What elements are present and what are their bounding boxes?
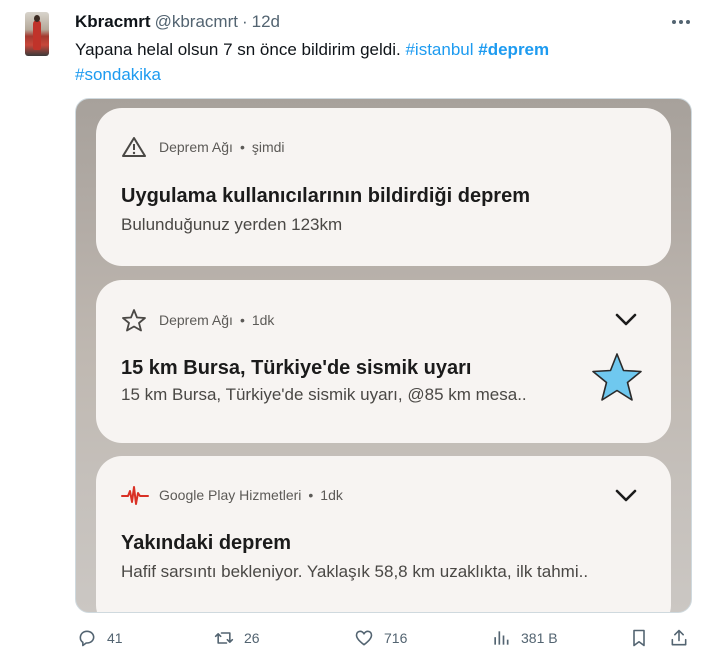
views-button[interactable]: 381 B (491, 628, 558, 648)
notification-body: Bulunduğunuz yerden 123km (121, 215, 343, 234)
notification-title: Yakındaki deprem (121, 532, 292, 554)
notification-card: Google Play Hizmetleri • 1dk Yakındaki d… (96, 456, 671, 612)
view-count: 381 B (521, 630, 558, 646)
star-filled-icon (592, 353, 642, 401)
more-options-icon[interactable] (670, 14, 692, 30)
notification-time: 1dk (251, 312, 275, 328)
reply-button[interactable]: 41 (77, 628, 123, 648)
tweet-actions: 41 26 716 381 B (75, 628, 695, 652)
star-outline-icon (122, 309, 146, 332)
display-name[interactable]: Kbracmrt (75, 12, 151, 32)
notification-header: Deprem Ağı • şimdi (121, 136, 285, 158)
notification-dot: • (239, 312, 245, 328)
hashtag-deprem[interactable]: #deprem (478, 40, 549, 59)
notification-app-name: Google Play Hizmetleri (159, 487, 302, 503)
repost-icon (214, 632, 234, 644)
user-handle[interactable]: @kbracmrt (155, 12, 238, 32)
reply-icon (79, 630, 95, 647)
repost-count: 26 (244, 630, 260, 646)
hashtag-sondakika[interactable]: #sondakika (75, 65, 161, 84)
heart-icon (355, 630, 373, 646)
like-button[interactable]: 716 (354, 628, 407, 648)
notification-app-name: Deprem Ağı (159, 312, 233, 328)
repost-button[interactable]: 26 (214, 628, 260, 648)
notification-app-name: Deprem Ağı (159, 139, 233, 155)
avatar-head (34, 15, 40, 22)
notification-title: 15 km Bursa, Türkiye'de sismik uyarı (121, 357, 472, 379)
notification-time: şimdi (251, 139, 285, 155)
bookmark-button[interactable] (629, 628, 649, 648)
reply-count: 41 (107, 630, 123, 646)
time-separator: · (241, 12, 248, 31)
notification-card: Deprem Ağı • şimdi Uygulama kullanıcılar… (96, 108, 671, 266)
notification-title: Uygulama kullanıcılarının bildirdiği dep… (121, 185, 530, 207)
notification-header: Google Play Hizmetleri • 1dk (121, 484, 343, 506)
avatar-figure (33, 20, 41, 50)
notification-body: 15 km Bursa, Türkiye'de sismik uyarı, @8… (121, 385, 527, 404)
tweet-header: Kbracmrt @kbracmrt · 12d (75, 12, 280, 32)
tweet-time[interactable]: 12d (252, 12, 280, 32)
seismograph-icon (121, 486, 149, 505)
like-count: 716 (384, 630, 408, 646)
share-icon (671, 629, 687, 646)
avatar[interactable] (25, 12, 49, 56)
hashtag-istanbul[interactable]: #istanbul (405, 40, 473, 59)
analytics-icon (494, 631, 509, 645)
notification-dot: • (239, 139, 245, 155)
tweet-body: Yapana helal olsun 7 sn önce bildirim ge… (75, 40, 401, 59)
warning-triangle-icon (122, 137, 146, 157)
notification-time: 1dk (320, 487, 343, 503)
share-button[interactable] (669, 628, 689, 648)
notification-card: Deprem Ağı • 1dk 15 km Bursa, Türkiye'de… (96, 280, 671, 443)
chevron-down-icon[interactable] (614, 488, 638, 504)
chevron-down-icon[interactable] (614, 312, 638, 328)
notification-header: Deprem Ağı • 1dk (121, 308, 274, 332)
tweet-text: Yapana helal olsun 7 sn önce bildirim ge… (75, 37, 635, 87)
bookmark-icon (633, 629, 645, 647)
tweet-image[interactable]: Deprem Ağı • şimdi Uygulama kullanıcılar… (75, 98, 692, 613)
notification-dot: • (308, 487, 314, 503)
notification-body: Hafif sarsıntı bekleniyor. Yaklaşık 58,8… (121, 562, 589, 581)
